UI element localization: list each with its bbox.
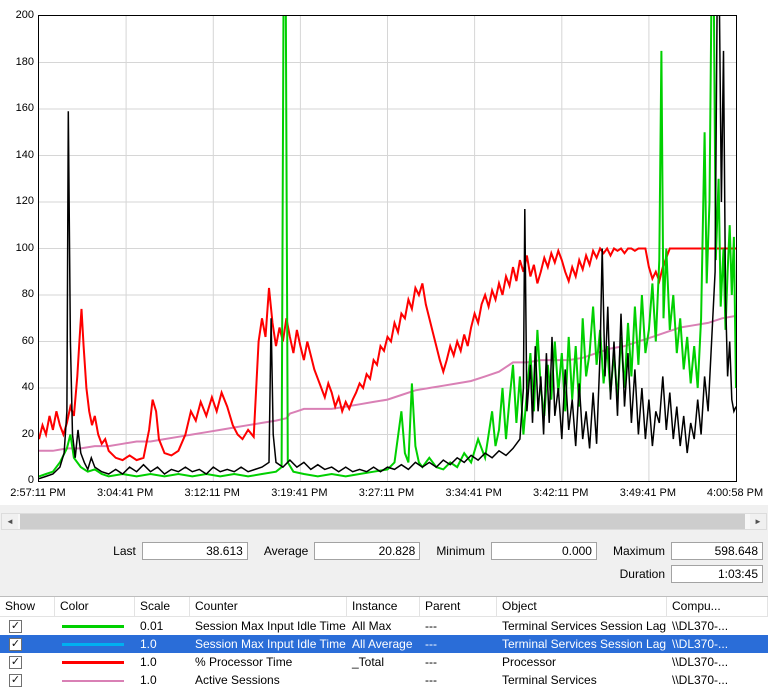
- legend-row-parent-cell[interactable]: ---: [420, 671, 497, 687]
- y-axis-label: 0: [0, 474, 34, 486]
- x-axis-label: 3:27:11 PM: [359, 487, 414, 499]
- x-axis-label: 4:00:58 PM: [707, 487, 763, 499]
- x-axis-label: 2:57:11 PM: [10, 487, 65, 499]
- y-axis-label: 80: [0, 288, 34, 300]
- legend-row-show-cell: ✓: [0, 653, 55, 671]
- value-bar: Last 38.613 Average 20.828 Minimum 0.000…: [0, 530, 768, 596]
- scrollbar-track[interactable]: [18, 514, 750, 529]
- legend-row-computer-cell[interactable]: \\DL370-...: [667, 653, 768, 671]
- legend-row-parent-cell[interactable]: ---: [420, 653, 497, 671]
- y-axis-label: 20: [0, 428, 34, 440]
- legend-row-instance-cell[interactable]: [347, 671, 420, 687]
- x-axis-label: 3:04:41 PM: [97, 487, 153, 499]
- legend-row-color-cell: [55, 617, 135, 635]
- duration-label: Duration: [620, 567, 665, 581]
- legend-row-counter-cell[interactable]: Active Sessions: [190, 671, 347, 687]
- legend-row-object-cell[interactable]: Processor: [497, 653, 667, 671]
- y-axis-label: 120: [0, 195, 34, 207]
- duration-value: 1:03:45: [671, 565, 763, 583]
- scroll-right-button[interactable]: ►: [750, 514, 766, 529]
- legend-row-show-cell: ✓: [0, 617, 55, 635]
- counter-legend-grid: ShowColorScaleCounterInstanceParentObjec…: [0, 597, 768, 687]
- x-axis-label: 3:42:11 PM: [533, 487, 588, 499]
- legend-row-scale-cell[interactable]: 0.01: [135, 617, 190, 635]
- counter-legend: ShowColorScaleCounterInstanceParentObjec…: [0, 596, 768, 687]
- legend-header-scale[interactable]: Scale: [135, 597, 190, 617]
- legend-row-parent-cell[interactable]: ---: [420, 617, 497, 635]
- chart-plot-svg: [39, 16, 736, 481]
- scroll-left-arrow-icon: ◄: [6, 517, 14, 526]
- scroll-right-arrow-icon: ►: [754, 517, 762, 526]
- show-checkbox[interactable]: ✓: [9, 674, 22, 687]
- y-axis-label: 140: [0, 149, 34, 161]
- legend-row-computer-cell[interactable]: \\DL370-...: [667, 617, 768, 635]
- y-axis-label: 40: [0, 381, 34, 393]
- minimum-value: 0.000: [491, 542, 597, 560]
- legend-row-show-cell: ✓: [0, 671, 55, 687]
- legend-row-color-cell: [55, 653, 135, 671]
- x-axis-label: 3:49:41 PM: [620, 487, 676, 499]
- legend-row-scale-cell[interactable]: 1.0: [135, 635, 190, 653]
- y-axis-label: 160: [0, 102, 34, 114]
- counter-color-swatch: [62, 661, 124, 664]
- minimum-label: Minimum: [436, 544, 485, 558]
- legend-row-object-cell[interactable]: Terminal Services Session Lag: [497, 635, 667, 653]
- value-bar-row: Last 38.613 Average 20.828 Minimum 0.000…: [5, 542, 763, 560]
- legend-header-counter[interactable]: Counter: [190, 597, 347, 617]
- legend-row-color-cell: [55, 635, 135, 653]
- legend-row-instance-cell[interactable]: _Total: [347, 653, 420, 671]
- legend-row-instance-cell[interactable]: All Average: [347, 635, 420, 653]
- legend-header-parent[interactable]: Parent: [420, 597, 497, 617]
- legend-header-show[interactable]: Show: [0, 597, 55, 617]
- counter-color-swatch: [62, 680, 124, 682]
- y-axis-label: 100: [0, 242, 34, 254]
- legend-row-scale-cell[interactable]: 1.0: [135, 671, 190, 687]
- legend-row-counter-cell[interactable]: Session Max Input Idle Time: [190, 617, 347, 635]
- legend-row-object-cell[interactable]: Terminal Services Session Lag: [497, 617, 667, 635]
- x-axis-label: 3:19:41 PM: [271, 487, 327, 499]
- legend-row-scale-cell[interactable]: 1.0: [135, 653, 190, 671]
- legend-row-instance-cell[interactable]: All Max: [347, 617, 420, 635]
- scroll-left-button[interactable]: ◄: [2, 514, 18, 529]
- legend-row-counter-cell[interactable]: % Processor Time: [190, 653, 347, 671]
- y-axis-label: 60: [0, 335, 34, 347]
- legend-row-object-cell[interactable]: Terminal Services: [497, 671, 667, 687]
- show-checkbox[interactable]: ✓: [9, 656, 22, 669]
- scrollbar-thumb[interactable]: [20, 514, 745, 529]
- y-axis-label: 200: [0, 9, 34, 21]
- performance-chart: 200180160140120100806040200 2:57:11 PM3:…: [0, 0, 768, 505]
- chart-plot-area[interactable]: [38, 15, 737, 482]
- maximum-label: Maximum: [613, 544, 665, 558]
- legend-header-instance[interactable]: Instance: [347, 597, 420, 617]
- counter-color-swatch: [62, 643, 124, 646]
- legend-row-counter-cell[interactable]: Session Max Input Idle Time: [190, 635, 347, 653]
- legend-row-computer-cell[interactable]: \\DL370-...: [667, 635, 768, 653]
- show-checkbox[interactable]: ✓: [9, 638, 22, 651]
- legend-header-computer[interactable]: Compu...: [667, 597, 768, 617]
- legend-row-color-cell: [55, 671, 135, 687]
- legend-row-show-cell: ✓: [0, 635, 55, 653]
- last-value: 38.613: [142, 542, 248, 560]
- counter-color-swatch: [62, 625, 124, 628]
- maximum-value: 598.648: [671, 542, 763, 560]
- x-axis-label: 3:34:41 PM: [445, 487, 501, 499]
- legend-row-parent-cell[interactable]: ---: [420, 635, 497, 653]
- average-value: 20.828: [314, 542, 420, 560]
- legend-header-object[interactable]: Object: [497, 597, 667, 617]
- time-range-scrollbar[interactable]: ◄ ►: [1, 513, 767, 530]
- show-checkbox[interactable]: ✓: [9, 620, 22, 633]
- average-label: Average: [264, 544, 308, 558]
- x-axis-label: 3:12:11 PM: [185, 487, 240, 499]
- duration-row: Duration 1:03:45: [5, 565, 763, 583]
- y-axis-label: 180: [0, 56, 34, 68]
- last-label: Last: [113, 544, 136, 558]
- legend-header-color[interactable]: Color: [55, 597, 135, 617]
- legend-row-computer-cell[interactable]: \\DL370-...: [667, 671, 768, 687]
